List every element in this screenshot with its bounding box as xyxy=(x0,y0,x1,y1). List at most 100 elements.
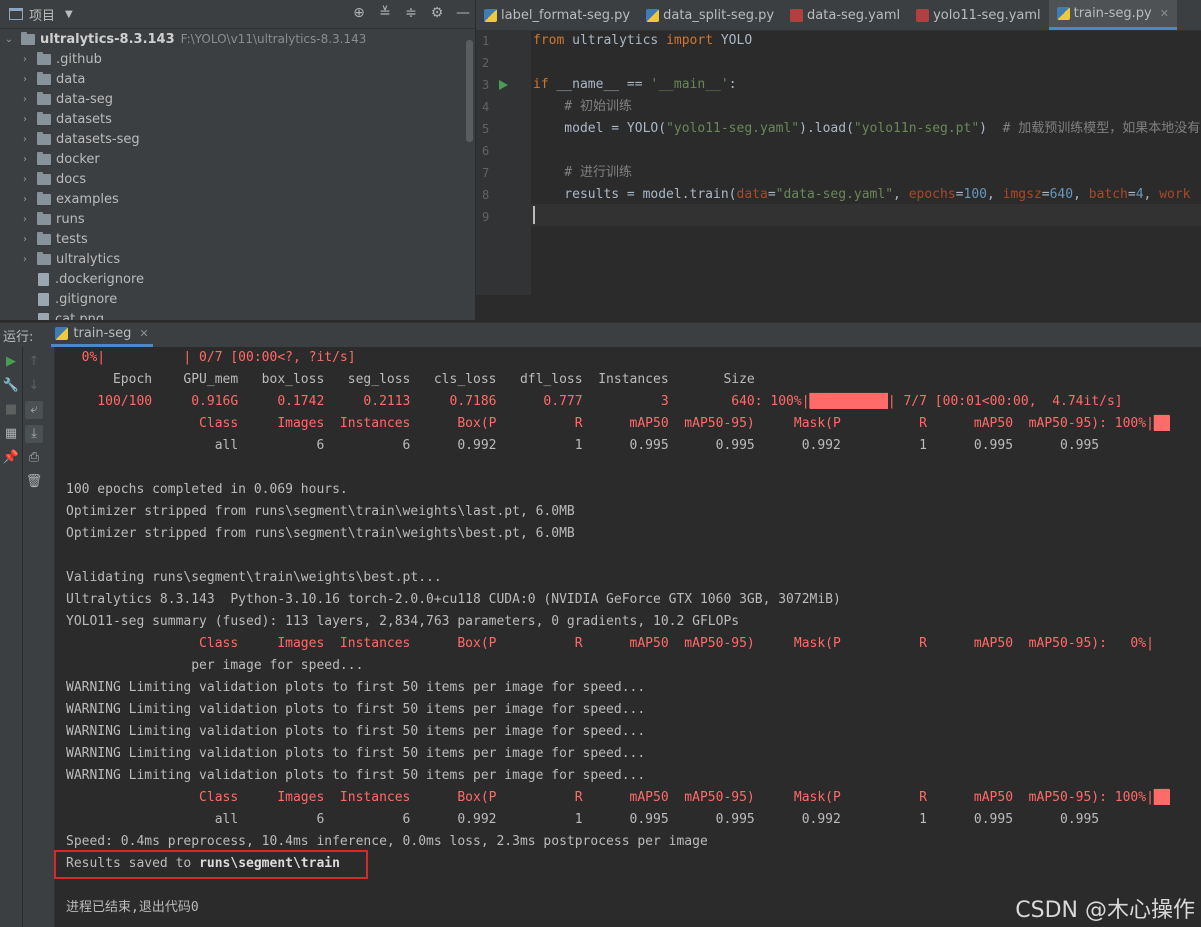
progress-bar: ██ xyxy=(1153,790,1170,805)
scroll-to-end-icon[interactable]: ⤓ xyxy=(25,425,43,443)
tree-item[interactable]: › datasets-seg xyxy=(0,129,475,149)
chevron-right-icon[interactable]: › xyxy=(20,54,30,65)
line-number: 4 xyxy=(482,100,490,114)
soft-wrap-icon[interactable]: ⤶ xyxy=(25,401,43,419)
close-icon[interactable]: ✕ xyxy=(139,327,148,340)
locate-icon[interactable]: ⊕ xyxy=(351,5,367,21)
chevron-right-icon[interactable]: › xyxy=(20,234,30,245)
wrench-icon[interactable]: 🔧 xyxy=(2,377,20,395)
python-file-icon xyxy=(55,327,69,340)
editor-tab[interactable]: label_format-seg.py xyxy=(476,0,638,30)
line-number: 8 xyxy=(482,188,490,202)
console-line: Class Images Instances Box(P R mAP50 mAP… xyxy=(66,416,1170,431)
folder-icon xyxy=(37,231,51,245)
file-icon xyxy=(38,292,49,306)
tree-item-label: data-seg xyxy=(56,91,113,107)
tree-item-label: runs xyxy=(56,211,85,227)
chevron-down-icon[interactable]: ⌄ xyxy=(4,34,14,45)
chevron-right-icon[interactable]: › xyxy=(20,194,30,205)
tree-item-label: tests xyxy=(56,231,88,247)
chevron-right-icon[interactable]: › xyxy=(20,74,30,85)
editor-tab-label: yolo11-seg.yaml xyxy=(933,7,1041,23)
dropdown-arrow-icon[interactable]: ▼ xyxy=(65,9,73,20)
chevron-right-icon[interactable]: › xyxy=(20,134,30,145)
folder-icon xyxy=(37,131,51,145)
project-tree: ⌄ ultralytics-8.3.143 F:\YOLO\v11\ultral… xyxy=(0,29,475,320)
tree-item[interactable]: › data-seg xyxy=(0,89,475,109)
project-title[interactable]: 项目 xyxy=(29,5,55,24)
tree-item[interactable]: › docker xyxy=(0,149,475,169)
watermark: CSDN @木心操作 xyxy=(1015,898,1195,923)
gear-icon[interactable]: ⚙ xyxy=(429,5,445,21)
editor-tab[interactable]: data-seg.yaml xyxy=(782,0,908,30)
editor-tab[interactable]: train-seg.py ✕ xyxy=(1048,0,1177,30)
line-gutter: 1 2 3 4 5 6 7 8 9 xyxy=(476,30,531,295)
run-side-toolbar-2: ↑ ↓ ⤶ ⤓ ⎙ 🗑 xyxy=(23,347,55,927)
tree-item[interactable]: › datasets xyxy=(0,109,475,129)
print-icon[interactable]: ⎙ xyxy=(25,449,43,467)
minimize-icon[interactable]: — xyxy=(455,5,471,21)
line-number: 1 xyxy=(482,34,490,48)
console-output[interactable]: 0%| | 0/7 [00:00<?, ?it/s] Epoch GPU_mem… xyxy=(56,347,1201,927)
chevron-right-icon[interactable]: › xyxy=(20,214,30,225)
editor-area: label_format-seg.py data_split-seg.py data… xyxy=(476,0,1201,320)
editor-tab[interactable]: yolo11-seg.yaml xyxy=(908,0,1049,30)
close-icon[interactable]: ✕ xyxy=(1160,7,1169,20)
run-gutter-icon[interactable] xyxy=(499,80,508,90)
pin-icon[interactable]: 📌 xyxy=(2,449,20,467)
tree-item[interactable]: cat.png xyxy=(0,309,475,320)
arrow-down-icon[interactable]: ↓ xyxy=(25,377,43,395)
tree-item-label: datasets xyxy=(56,111,112,127)
stop-icon[interactable]: ■ xyxy=(2,401,20,419)
console-line: Class Images Instances Box(P R mAP50 mAP… xyxy=(66,790,1170,805)
code-line-1: from ultralytics import YOLO xyxy=(533,33,753,48)
folder-icon xyxy=(37,211,51,225)
line-number: 5 xyxy=(482,122,490,136)
project-scrollbar[interactable] xyxy=(466,40,473,142)
tree-item-label: data xyxy=(56,71,86,87)
folder-icon xyxy=(37,91,51,105)
code-line-7: # 进行训练 xyxy=(533,165,632,180)
chevron-right-icon[interactable]: › xyxy=(20,114,30,125)
chevron-right-icon[interactable]: › xyxy=(20,174,30,185)
run-toolbar: 运行: train-seg ✕ xyxy=(0,322,1201,347)
expand-all-icon[interactable]: ≚ xyxy=(377,5,393,21)
console-line: 100/100 0.916G 0.1742 0.2113 0.7186 0.77… xyxy=(66,394,1123,409)
tree-item[interactable]: › ultralytics xyxy=(0,249,475,269)
run-tab-label: train-seg xyxy=(73,326,132,341)
tree-item[interactable]: .gitignore xyxy=(0,289,475,309)
tree-item-label: ultralytics xyxy=(56,251,121,267)
console-line: 0%| | 0/7 [00:00<?, ?it/s] xyxy=(66,350,356,365)
yaml-file-icon xyxy=(916,8,930,22)
tree-item[interactable]: › .github xyxy=(0,49,475,69)
line-number: 6 xyxy=(482,144,490,158)
console-line: Optimizer stripped from runs\segment\tra… xyxy=(66,504,575,519)
tree-item[interactable]: › docs xyxy=(0,169,475,189)
project-panel: 项目 ▼ ⊕ ≚ ≑ ⚙ — ⌄ ultralytics-8.3.143 F:\… xyxy=(0,0,475,320)
code-content[interactable]: from ultralytics import YOLO if __name__… xyxy=(533,30,1201,295)
chevron-right-icon[interactable]: › xyxy=(20,254,30,265)
tree-item[interactable]: › data xyxy=(0,69,475,89)
tree-item[interactable]: › tests xyxy=(0,229,475,249)
collapse-all-icon[interactable]: ≑ xyxy=(403,5,419,21)
editor-tab[interactable]: data_split-seg.py xyxy=(638,0,782,30)
tree-item[interactable]: .dockerignore xyxy=(0,269,475,289)
layout-icon[interactable]: ▦ xyxy=(2,425,20,443)
arrow-up-icon[interactable]: ↑ xyxy=(25,353,43,371)
trash-icon[interactable]: 🗑 xyxy=(25,473,43,491)
console-line: WARNING Limiting validation plots to fir… xyxy=(66,746,646,761)
console-line: WARNING Limiting validation plots to fir… xyxy=(66,680,646,695)
tree-item[interactable]: › examples xyxy=(0,189,475,209)
project-view-icon xyxy=(9,8,23,20)
folder-icon xyxy=(37,171,51,185)
chevron-right-icon[interactable]: › xyxy=(20,154,30,165)
tree-item[interactable]: › runs xyxy=(0,209,475,229)
rerun-icon[interactable]: ▶ xyxy=(2,353,20,371)
chevron-right-icon[interactable]: › xyxy=(20,94,30,105)
tree-root[interactable]: ⌄ ultralytics-8.3.143 F:\YOLO\v11\ultral… xyxy=(0,29,475,49)
line-number: 3 xyxy=(476,74,531,96)
run-tab[interactable]: train-seg ✕ xyxy=(51,323,153,347)
